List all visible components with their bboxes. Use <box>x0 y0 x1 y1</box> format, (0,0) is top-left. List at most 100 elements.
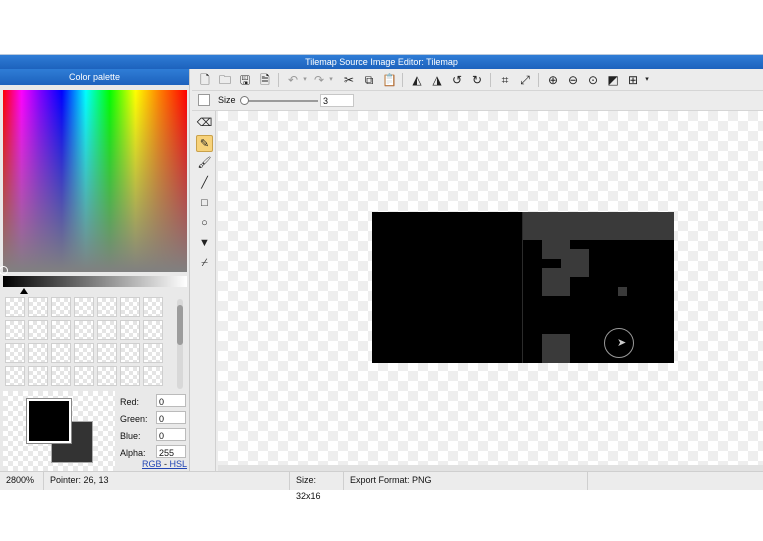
swatch[interactable] <box>74 320 94 340</box>
swatch[interactable] <box>51 366 71 386</box>
save-icon[interactable]: 🖫 <box>238 73 252 87</box>
pixel-block <box>618 287 627 296</box>
zoom-status: 2800% <box>0 472 44 490</box>
swatch[interactable] <box>120 297 140 317</box>
rotate-left-icon[interactable]: ↺ <box>450 73 464 87</box>
redo-dropdown-icon[interactable]: ▾ <box>324 73 338 87</box>
export-format-status: Export Format: PNG <box>344 472 588 490</box>
tilemap-image[interactable]: ➤ <box>372 212 674 363</box>
paste-icon[interactable]: 📋 <box>382 73 397 87</box>
swatch-grid <box>5 297 173 389</box>
drawing-canvas[interactable]: ➤ <box>218 111 763 465</box>
swatch[interactable] <box>28 366 48 386</box>
swatch[interactable] <box>5 366 25 386</box>
grid-dropdown-icon[interactable]: ▾ <box>640 73 654 87</box>
green-row: Green: 0 <box>120 411 186 425</box>
swatch[interactable] <box>97 297 117 317</box>
zoom-out-icon[interactable]: ⊖ <box>566 73 580 87</box>
pixel-block <box>542 240 570 249</box>
pixel-block <box>542 249 561 259</box>
new-file-icon[interactable]: 🗋 <box>198 73 212 87</box>
swatch[interactable] <box>120 320 140 340</box>
crop-icon[interactable]: ⌗ <box>498 73 512 87</box>
resize-icon[interactable]: ⤢ <box>518 73 532 87</box>
swatch[interactable] <box>97 343 117 363</box>
swatch[interactable] <box>74 366 94 386</box>
swatch[interactable] <box>97 366 117 386</box>
hsl-link[interactable]: HSL <box>170 459 188 469</box>
zoom-reset-icon[interactable]: ⊙ <box>586 73 600 87</box>
swatch[interactable] <box>97 320 117 340</box>
red-label: Red: <box>120 397 140 407</box>
window-title: Tilemap Source Image Editor: Tilemap <box>0 55 763 69</box>
swatch[interactable] <box>5 343 25 363</box>
swatch[interactable] <box>28 320 48 340</box>
fill-bucket-icon[interactable]: ▼ <box>196 235 213 252</box>
foreground-color-swatch[interactable] <box>26 398 72 444</box>
swatch[interactable] <box>51 320 71 340</box>
swatch[interactable] <box>28 297 48 317</box>
blue-input[interactable]: 0 <box>156 428 186 441</box>
selection-icon[interactable] <box>198 94 210 106</box>
color-spectrum[interactable] <box>0 90 187 275</box>
red-input[interactable]: 0 <box>156 394 186 407</box>
swatch[interactable] <box>143 297 163 317</box>
size-input[interactable]: 3 <box>320 94 354 107</box>
swatch[interactable] <box>120 343 140 363</box>
eraser-icon[interactable]: ⌫ <box>196 115 213 132</box>
background-toggle-icon[interactable]: ◩ <box>606 73 620 87</box>
rectangle-icon[interactable]: □ <box>196 195 213 212</box>
ellipse-icon[interactable]: ○ <box>196 215 213 232</box>
flip-horizontal-icon[interactable]: ◭ <box>410 73 424 87</box>
swatch[interactable] <box>143 320 163 340</box>
save-as-icon[interactable]: 🗎 <box>258 73 272 87</box>
swatch[interactable] <box>28 343 48 363</box>
red-row: Red: 0 <box>120 394 186 408</box>
palette-title: Color palette <box>0 69 189 85</box>
size-slider-knob[interactable] <box>240 96 249 105</box>
cut-icon[interactable]: ✂ <box>342 73 356 87</box>
open-folder-icon[interactable]: 🗀 <box>218 73 232 87</box>
alpha-label: Alpha: <box>120 448 146 458</box>
rgb-link[interactable]: RGB <box>142 459 162 469</box>
brush-icon[interactable]: 🖌 <box>196 155 213 172</box>
line-icon[interactable]: ╱ <box>196 175 213 192</box>
eyedropper-icon[interactable]: ⌿ <box>196 255 213 272</box>
swatch[interactable] <box>51 297 71 317</box>
swatch-scroll-thumb[interactable] <box>177 305 183 345</box>
blue-label: Blue: <box>120 431 141 441</box>
brightness-slider[interactable] <box>3 276 187 287</box>
zoom-in-icon[interactable]: ⊕ <box>546 73 560 87</box>
blue-row: Blue: 0 <box>120 428 186 442</box>
brightness-marker[interactable] <box>20 288 28 294</box>
flip-vertical-icon[interactable]: ◮ <box>430 73 444 87</box>
swatch[interactable] <box>74 297 94 317</box>
rotate-right-icon[interactable]: ↻ <box>470 73 484 87</box>
swatch-scrollbar[interactable] <box>177 299 183 389</box>
swatch[interactable] <box>143 366 163 386</box>
grid-icon[interactable]: ⊞ <box>626 73 640 87</box>
swatch[interactable] <box>5 297 25 317</box>
toolbar-separator <box>538 73 539 87</box>
green-label: Green: <box>120 414 148 424</box>
color-palette-panel: Color palette Red: 0 Green: 0 Blue: 0 Alpha… <box>0 69 190 471</box>
alpha-input[interactable]: 255 <box>156 445 186 458</box>
spectrum-cursor[interactable] <box>0 266 8 275</box>
swatch[interactable] <box>143 343 163 363</box>
swatch[interactable] <box>51 343 71 363</box>
green-input[interactable]: 0 <box>156 411 186 424</box>
copy-icon[interactable]: ⧉ <box>362 73 376 87</box>
size-label: Size <box>218 95 236 105</box>
alpha-row: Alpha: 255 <box>120 445 186 459</box>
swatch[interactable] <box>5 320 25 340</box>
size-slider[interactable] <box>240 96 318 105</box>
pencil-icon[interactable]: ✎ <box>196 135 213 152</box>
swatch[interactable] <box>120 366 140 386</box>
cursor-arrow-icon: ➤ <box>617 337 627 349</box>
pixel-block <box>542 334 570 363</box>
size-status: Size: 32x16 <box>290 472 344 501</box>
undo-dropdown-icon[interactable]: ▾ <box>298 73 312 87</box>
status-bar: 2800% Pointer: 26, 13 Size: 32x16 Export… <box>0 471 763 501</box>
swatch[interactable] <box>74 343 94 363</box>
current-colors <box>3 391 115 471</box>
